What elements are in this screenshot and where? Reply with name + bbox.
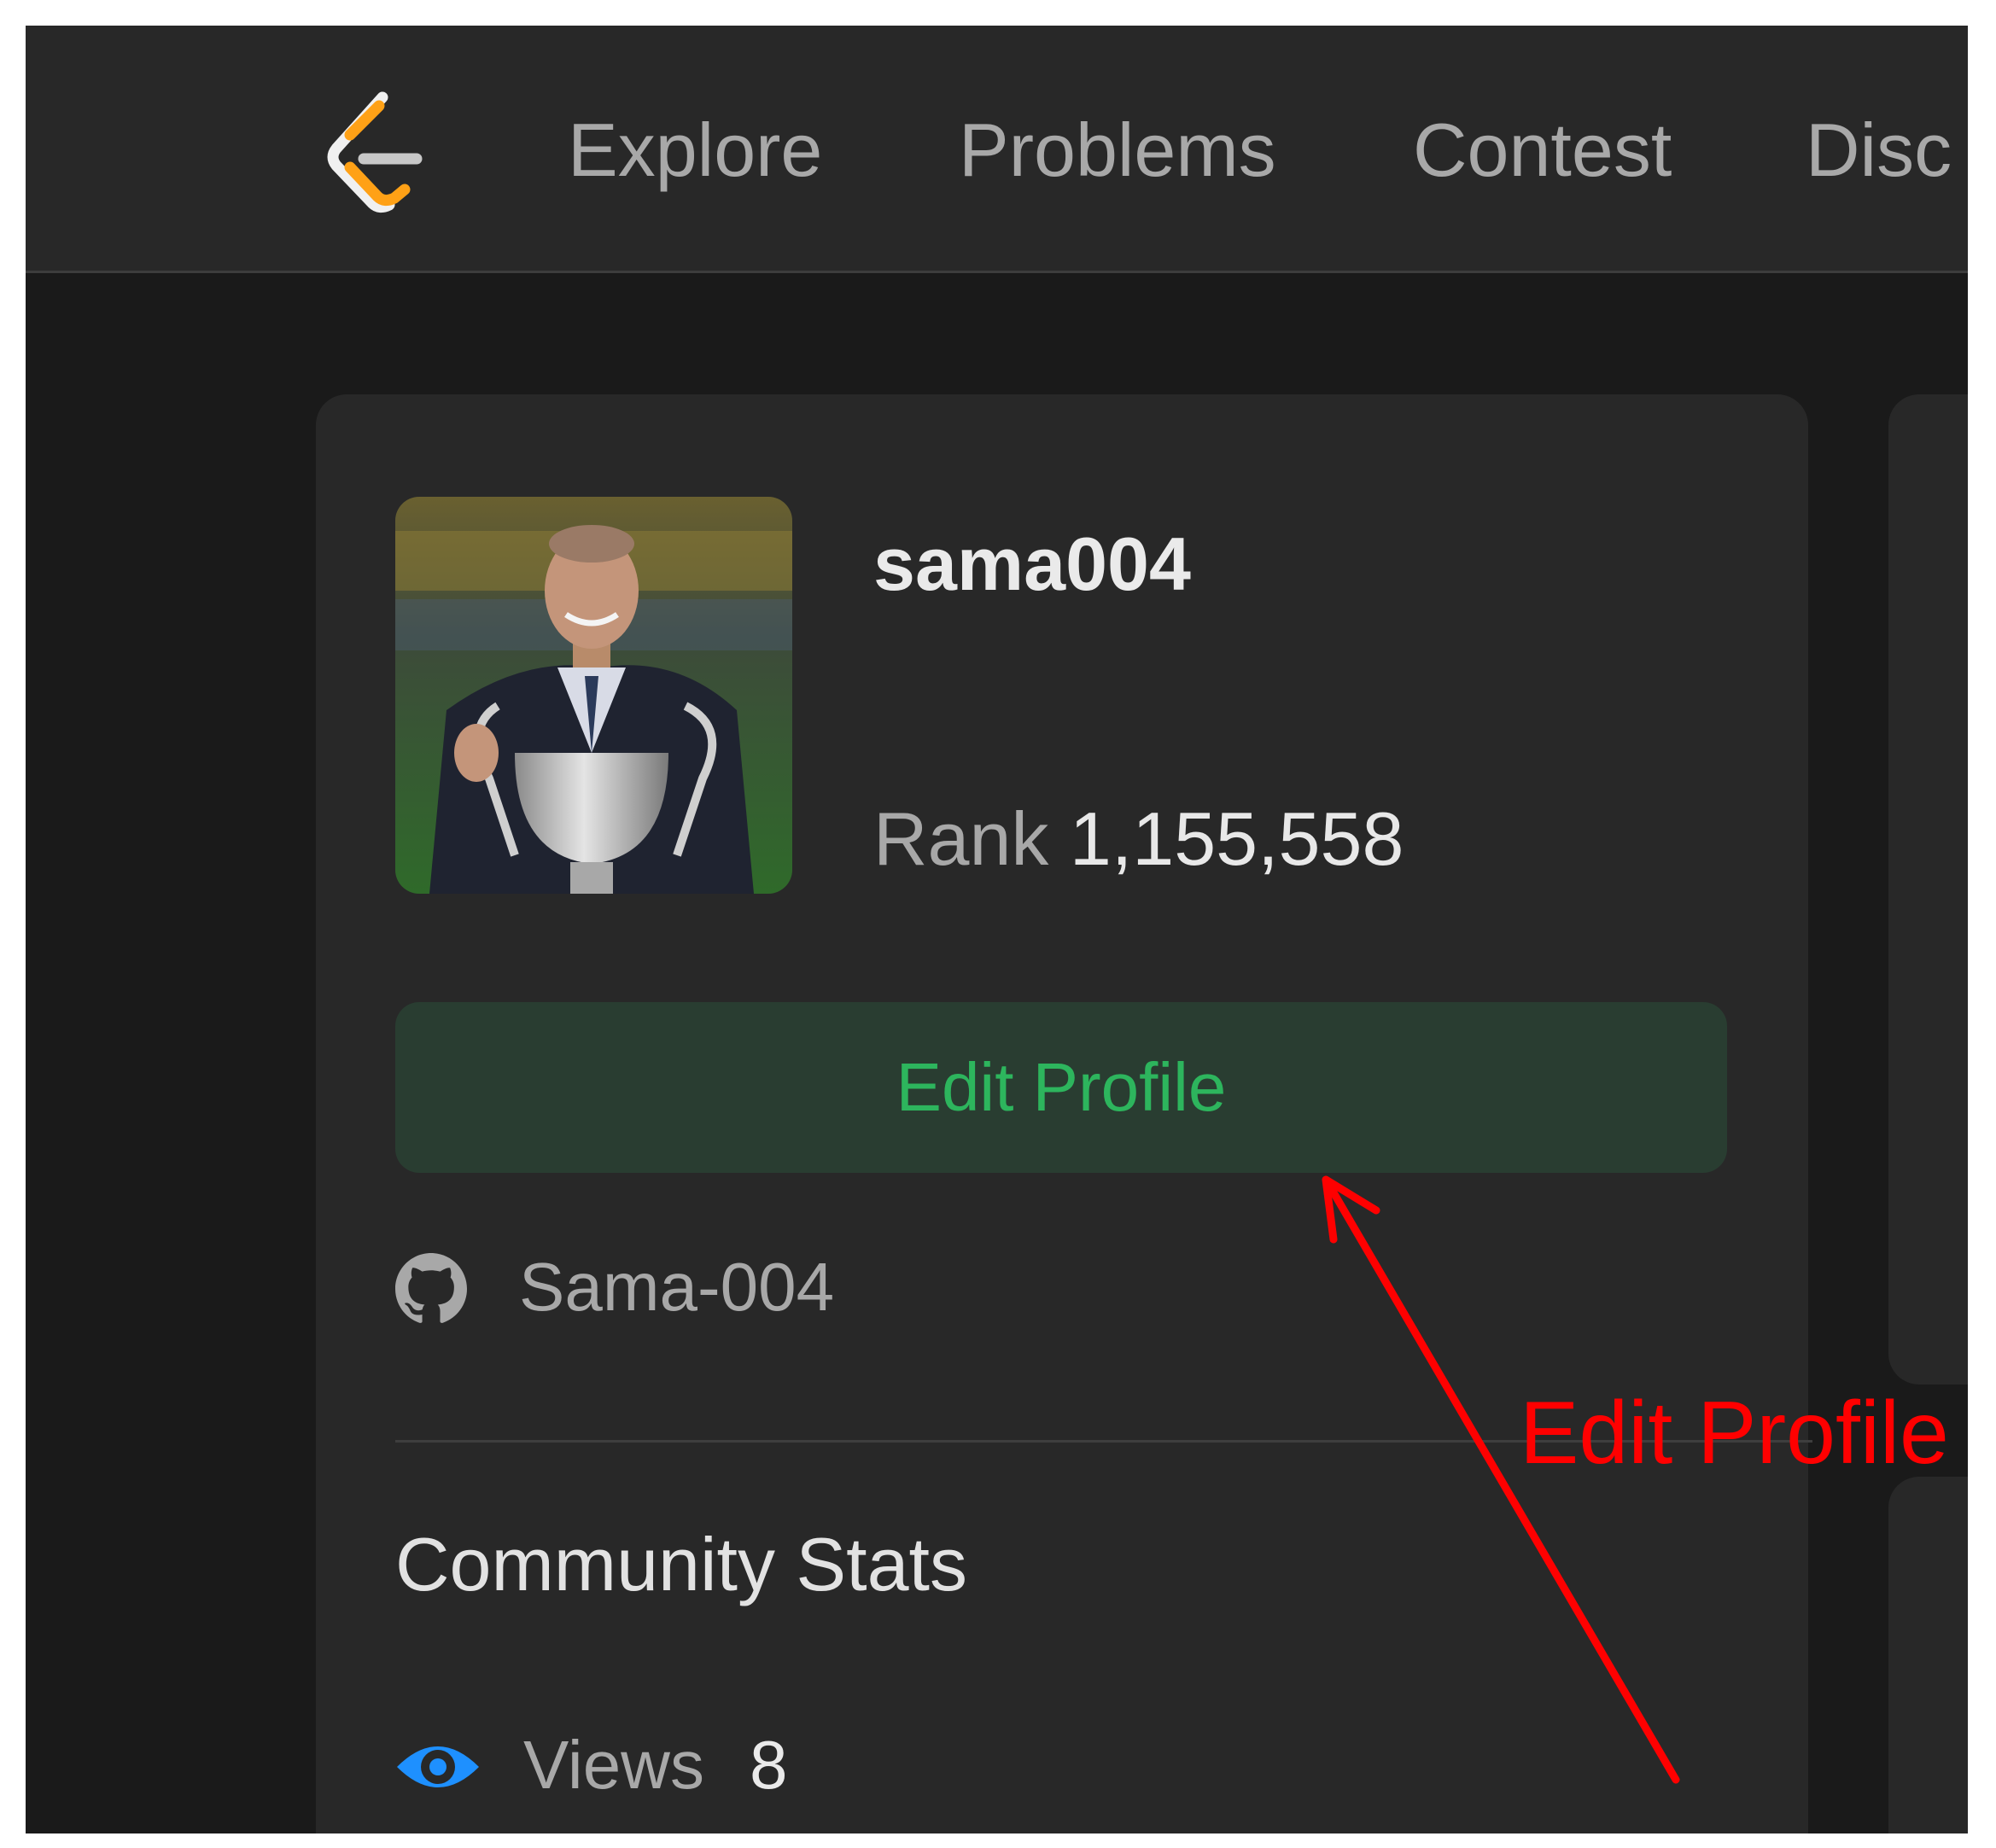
leetcode-logo[interactable] xyxy=(307,85,444,222)
github-icon xyxy=(395,1253,467,1323)
github-link[interactable]: Sama-004 xyxy=(519,1248,834,1326)
edit-profile-button[interactable]: Edit Profile xyxy=(395,1002,1727,1173)
avatar[interactable] xyxy=(395,497,792,894)
username: sama004 xyxy=(873,522,1191,606)
community-stats-title: Community Stats xyxy=(395,1522,967,1606)
right-panel-top xyxy=(1888,394,1968,1385)
eye-icon xyxy=(397,1746,479,1787)
rank-value: 1,155,558 xyxy=(1069,796,1404,881)
nav-explore[interactable]: Explore xyxy=(568,107,822,194)
views-value: 8 xyxy=(750,1727,788,1803)
nav-contest[interactable]: Contest xyxy=(1413,107,1672,194)
views-label: Views xyxy=(523,1727,704,1803)
nav-problems[interactable]: Problems xyxy=(959,107,1276,194)
annotation-label: Edit Profile xyxy=(1520,1384,1949,1483)
screen: Explore Problems Contest Disc sama004 Ra… xyxy=(26,26,1968,1833)
right-panel-bottom xyxy=(1888,1477,1968,1833)
rank-label: Rank xyxy=(873,796,1049,881)
profile-card: sama004 Rank 1,155,558 Edit Profile Sama… xyxy=(316,394,1812,1833)
top-navbar: Explore Problems Contest Disc xyxy=(26,26,1968,273)
rank: Rank 1,155,558 xyxy=(873,796,1404,883)
nav-discuss[interactable]: Disc xyxy=(1806,107,1952,194)
